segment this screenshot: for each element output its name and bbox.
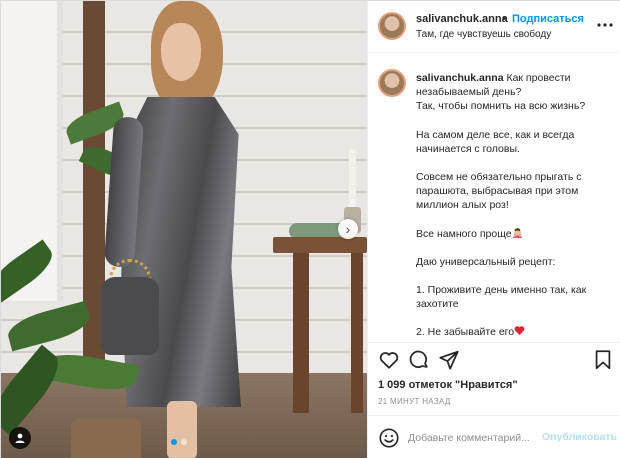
plant-pot [71,419,141,458]
model-legs [167,401,197,458]
likes-count[interactable]: 1 099 отметок "Нравится" [378,379,518,391]
location-link[interactable]: Там, где чувствуешь свободу [416,29,551,40]
caption-text: salivanchuk.anna Как провести незабываем… [416,71,614,340]
red-heart-emoji [514,326,525,336]
post-side-panel: salivanchuk.anna • Подписаться Там, где … [367,1,620,458]
comment-icon[interactable] [408,349,430,371]
caption-avatar[interactable] [378,69,406,97]
woman-gesturing-no-emoji [512,227,522,238]
caption-area: salivanchuk.anna Как провести незабываем… [368,59,620,343]
carousel-dots [171,439,187,445]
caption-line: Даю универсальный рецепт: [416,255,556,268]
comment-input[interactable] [408,430,544,446]
caption-line: 1. Проживите день именно так, как захоти… [416,284,587,311]
avatar[interactable] [378,12,406,40]
follow-button[interactable]: Подписаться [512,13,584,25]
model-face [161,23,201,81]
header-separator: • [502,13,506,25]
side-table-leg [293,253,309,413]
comment-bar: Опубликовать [368,415,620,458]
instagram-post: › salivanchuk.anna • Подписаться Там, гд… [0,0,620,458]
chevron-right-icon[interactable]: › [338,219,358,239]
caption-line: На самом деле все, как и всегда начинает… [416,128,575,155]
caption-line: Все намного проще [416,227,512,240]
carousel-dot [181,439,187,445]
post-timestamp[interactable]: 21 МИНУТ НАЗАД [378,397,451,406]
header-username[interactable]: salivanchuk.anna [416,13,508,25]
caption-line: Так, чтобы помнить на всю жизнь? [416,100,586,113]
post-comment-button[interactable]: Опубликовать [542,431,617,443]
post-header: salivanchuk.anna • Подписаться Там, где … [368,1,620,53]
model-bag [101,277,159,355]
side-table-leg [351,253,363,413]
post-photo[interactable]: › [1,1,367,458]
heart-icon[interactable] [378,349,400,371]
post-actions [368,349,620,375]
bookmark-icon[interactable] [592,349,614,371]
caption-line: Совсем не обязательно прыгать с парашюта… [416,171,582,212]
smiley-icon[interactable] [378,427,400,449]
caption-line: 2. Не забывайте его [416,326,515,339]
carousel-dot-active [171,439,177,445]
candle [349,149,356,209]
caption-username[interactable]: salivanchuk.anna [416,72,504,84]
more-horizontal-icon[interactable] [596,15,614,31]
user-tag-icon[interactable] [9,427,31,449]
paper-plane-icon[interactable] [438,349,460,371]
side-table [273,237,367,253]
